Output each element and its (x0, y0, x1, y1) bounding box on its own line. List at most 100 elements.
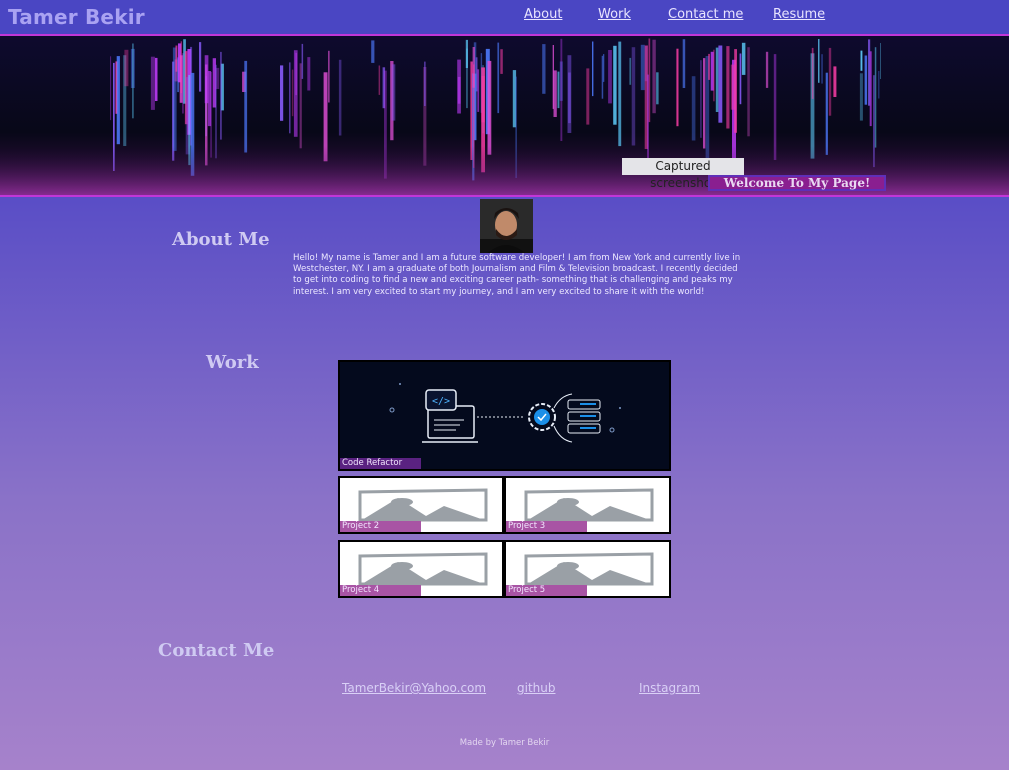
hero-light-streak (691, 76, 696, 141)
project-caption: Project 2 (340, 521, 421, 532)
hero-light-streak (747, 47, 750, 137)
hero-light-streak (718, 45, 723, 123)
hero-light-streak (391, 64, 396, 121)
hero-light-streak (741, 42, 746, 75)
hero-light-streak (618, 41, 622, 147)
project-caption: Code Refactor (340, 458, 421, 469)
hero-light-streak (640, 44, 645, 91)
project-card-4[interactable]: Project 4 (338, 540, 504, 598)
hero-light-streak (180, 41, 182, 93)
hero-light-streak (116, 56, 120, 145)
svg-text:</>: </> (432, 396, 450, 407)
hero-light-streak (713, 49, 715, 102)
hero-light-streak (497, 42, 500, 114)
hero-light-streak (821, 54, 823, 84)
nav-resume[interactable]: Resume (773, 7, 825, 22)
hero-light-streak (656, 72, 659, 105)
project-card-5[interactable]: Project 5 (504, 540, 671, 598)
hero-light-streak (457, 76, 461, 104)
project-card-code-refactor[interactable]: </> Code Refactor (338, 360, 671, 471)
hero-light-streak (739, 53, 742, 105)
hero-light-streak (734, 49, 737, 133)
about-text: Hello! My name is Tamer and I am a futur… (293, 253, 741, 297)
hero-light-streak (124, 49, 129, 87)
hero-light-streak (291, 69, 294, 117)
hero-light-streak (338, 59, 342, 136)
hero-light-streak (773, 54, 777, 160)
hero-light-streak (601, 55, 604, 99)
captured-screenshot-label: Captured screenshot (622, 158, 744, 190)
hero-light-streak (371, 40, 375, 63)
hero-light-streak (560, 38, 563, 141)
footer-credit: Made by Tamer Bekir (459, 738, 550, 748)
hero-light-streak (833, 66, 837, 97)
hero-light-streak (215, 64, 217, 159)
hero-light-streak (880, 43, 881, 79)
hero-light-streak (715, 47, 719, 112)
hero-light-streak (592, 41, 594, 97)
hero-light-streak (860, 50, 863, 71)
hero-light-streak (859, 73, 863, 121)
hero-light-streak (244, 60, 248, 153)
hero-light-streak (220, 51, 222, 140)
instagram-link[interactable]: Instagram (639, 681, 700, 695)
hero-light-streak (378, 65, 381, 95)
hero-light-streak (280, 65, 284, 121)
hero-light-streak (629, 57, 632, 85)
hero-light-streak (700, 60, 702, 138)
project-caption: Project 3 (506, 521, 587, 532)
contact-title: Contact Me (158, 640, 275, 661)
hero-light-streak (542, 44, 546, 94)
hero-light-streak (289, 62, 291, 134)
hero-light-streak (874, 47, 877, 148)
project-card-3[interactable]: Project 3 (504, 476, 671, 534)
hero-light-streak (204, 55, 209, 104)
work-title: Work (206, 352, 259, 373)
email-link[interactable]: TamerBekir@Yahoo.com (342, 681, 486, 695)
github-link[interactable]: github (517, 681, 555, 695)
hero-light-streak (631, 47, 636, 146)
hero-light-streak (613, 45, 617, 125)
hero-light-streak (424, 61, 426, 106)
hero-light-streak (652, 39, 656, 114)
hero-light-streak (553, 70, 557, 117)
hero-light-streak (726, 46, 730, 129)
hero-light-streak (878, 71, 880, 99)
hero-light-streak (307, 57, 311, 91)
hero-light-streak (869, 51, 872, 127)
site-header: Tamer Bekir About Work Contact me Resume (0, 0, 1009, 36)
site-brand[interactable]: Tamer Bekir (8, 5, 145, 29)
hero-light-streak (500, 49, 503, 74)
hero-light-streak (477, 69, 480, 112)
nav-work[interactable]: Work (598, 7, 631, 22)
hero-light-streak (765, 51, 769, 88)
hero-light-streak (568, 72, 571, 124)
hero-light-streak (328, 50, 330, 103)
hero-light-streak (586, 68, 590, 125)
hero-light-streak (132, 43, 134, 119)
hero-banner: Captured screenshot (0, 36, 1009, 197)
hero-light-streak (481, 76, 485, 123)
hero-light-streak (557, 71, 560, 109)
hero-light-streak (487, 60, 492, 155)
hero-light-streak (199, 42, 202, 92)
about-title: About Me (172, 229, 270, 250)
project-image-code-refactor: </> (340, 362, 669, 469)
project-caption: Project 4 (340, 585, 421, 596)
hero-light-streak (466, 48, 468, 109)
hero-light-streak (708, 53, 710, 80)
hero-light-streak (154, 57, 158, 101)
profile-photo (480, 199, 533, 253)
welcome-banner: Welcome To My Page! (708, 175, 886, 191)
nav-contact[interactable]: Contact me (668, 7, 743, 22)
project-card-2[interactable]: Project 2 (338, 476, 504, 534)
nav-about[interactable]: About (524, 7, 562, 22)
hero-light-streak (818, 39, 820, 83)
project-caption: Project 5 (506, 585, 587, 596)
hero-light-streak (730, 64, 735, 110)
hero-light-streak (301, 43, 304, 79)
hero-light-streak (864, 55, 868, 105)
hero-light-streak (110, 56, 112, 121)
hero-light-streak (295, 52, 298, 96)
hero-light-streak (175, 45, 178, 72)
